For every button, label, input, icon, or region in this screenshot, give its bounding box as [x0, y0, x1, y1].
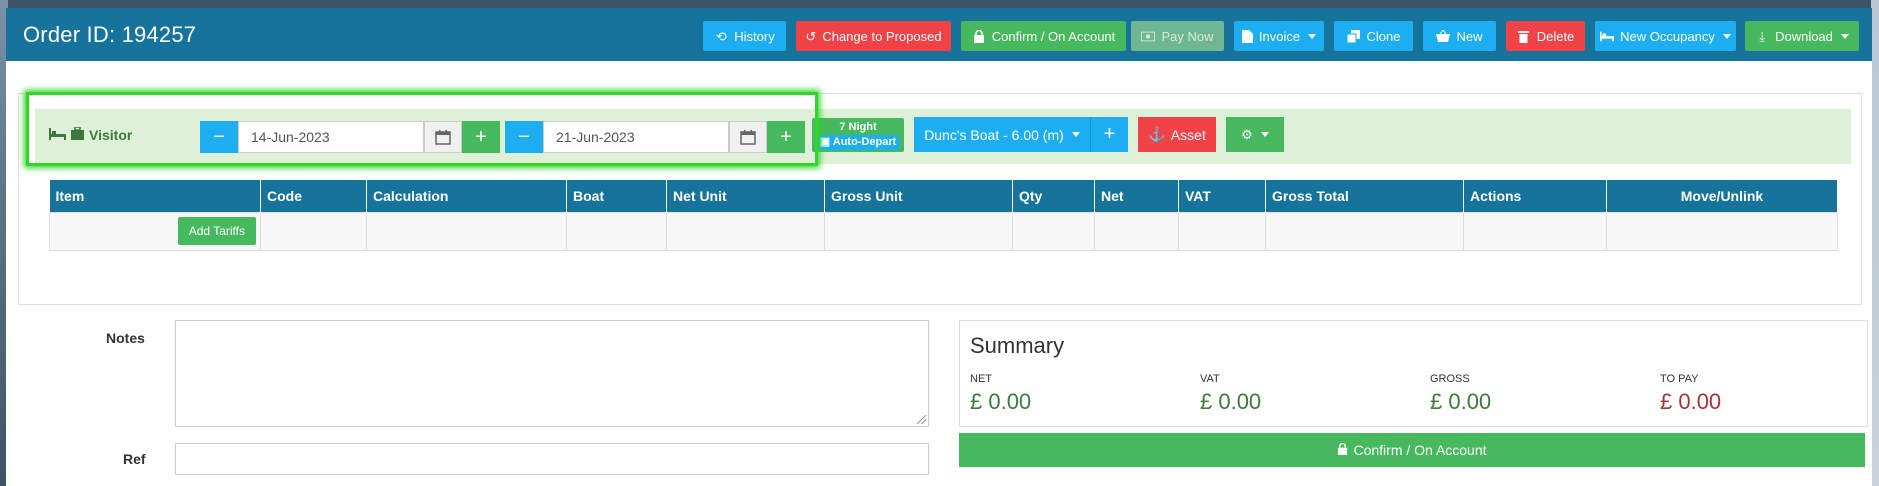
- history-label: History: [734, 28, 775, 44]
- summary-title: Summary: [970, 333, 1065, 358]
- col-actions: Actions: [1463, 180, 1607, 212]
- invoice-label: Invoice: [1258, 28, 1301, 44]
- ref-label: Ref: [123, 451, 146, 467]
- col-net: Net: [1094, 180, 1179, 212]
- trash-icon: [1517, 29, 1531, 43]
- add-tariffs-button[interactable]: Add Tariffs: [177, 217, 256, 245]
- confirm-on-account-label: Confirm / On Account: [991, 28, 1116, 44]
- col-gross-unit: Gross Unit: [824, 180, 1013, 212]
- pay-now-label: Pay Now: [1161, 28, 1214, 44]
- confirm-on-account-submit-button[interactable]: Confirm / On Account: [959, 433, 1865, 467]
- calendar-icon: ▣: [819, 136, 831, 148]
- vat-value: £ 0.00: [1200, 389, 1262, 414]
- col-vat: VAT: [1178, 180, 1266, 212]
- gross-label: GROSS: [1430, 373, 1470, 385]
- chevron-down-icon: [1308, 33, 1317, 39]
- col-move-unlink: Move/Unlink: [1606, 180, 1838, 212]
- vat-label: VAT: [1200, 373, 1220, 385]
- tariff-table: Item Code Calculation Boat Net Unit Gros…: [49, 180, 1838, 251]
- col-boat: Boat: [566, 180, 667, 212]
- to-pay-value: £ 0.00: [1660, 389, 1722, 414]
- money-icon: [1141, 29, 1156, 43]
- summary-gross: GROSS £ 0.00: [1430, 373, 1491, 415]
- change-to-proposed-button[interactable]: ↺ Change to Proposed: [796, 21, 951, 51]
- to-pay-label: TO PAY: [1660, 373, 1699, 385]
- table-row: Add Tariffs: [49, 211, 1838, 251]
- chevron-down-icon: [1722, 33, 1731, 39]
- notes-textarea[interactable]: [175, 320, 929, 427]
- date-range-highlight: [26, 92, 818, 166]
- new-occupancy-button[interactable]: New Occupancy: [1595, 21, 1736, 51]
- copy-icon: [1347, 29, 1361, 43]
- col-code: Code: [260, 180, 367, 212]
- cogs-icon: ⚙: [1241, 126, 1253, 142]
- clone-label: Clone: [1366, 28, 1401, 44]
- header-bar: Order ID: 194257 ⟲ History ↺ Change to P…: [6, 8, 1872, 61]
- auto-depart-badge: ▣ Auto-Depart: [816, 135, 900, 150]
- gross-value: £ 0.00: [1430, 389, 1492, 414]
- asset-label: Asset: [1170, 126, 1206, 143]
- history-button[interactable]: ⟲ History: [703, 21, 786, 51]
- summary-to-pay: TO PAY £ 0.00: [1660, 373, 1721, 415]
- table-header-row: Item Code Calculation Boat Net Unit Gros…: [49, 180, 1838, 212]
- pay-now-button[interactable]: Pay Now: [1131, 21, 1224, 51]
- summary-net: NET £ 0.00: [970, 373, 1031, 415]
- download-button[interactable]: ⤓ Download: [1745, 21, 1859, 51]
- net-label: NET: [970, 373, 992, 385]
- invoice-button[interactable]: Invoice: [1234, 21, 1324, 51]
- download-label: Download: [1775, 28, 1833, 44]
- asset-button[interactable]: ⚓ Asset: [1138, 117, 1216, 152]
- auto-depart-label: Auto-Depart: [832, 136, 897, 148]
- settings-dropdown-button[interactable]: ⚙: [1226, 117, 1284, 152]
- delete-label: Delete: [1536, 28, 1575, 44]
- lock-icon: [1337, 442, 1348, 458]
- clone-button[interactable]: Clone: [1334, 21, 1413, 51]
- boat-label: Dunc's Boat - 6.00 (m): [924, 126, 1064, 143]
- net-value: £ 0.00: [970, 389, 1032, 414]
- nights-badge: 7 Night ▣ Auto-Depart: [812, 118, 904, 152]
- lock-icon: [972, 29, 986, 43]
- history-icon: ⟲: [715, 28, 727, 44]
- new-button[interactable]: New: [1423, 21, 1496, 51]
- chevron-down-icon: [1260, 132, 1269, 137]
- confirm-on-account-button[interactable]: Confirm / On Account: [961, 21, 1126, 51]
- basket-icon: [1436, 29, 1451, 43]
- col-gross-total: Gross Total: [1265, 180, 1464, 212]
- notes-label: Notes: [106, 330, 145, 346]
- document-icon: [1241, 29, 1253, 43]
- resize-handle-icon[interactable]: [917, 415, 926, 424]
- add-boat-button[interactable]: +: [1090, 117, 1128, 152]
- col-net-unit: Net Unit: [666, 180, 825, 212]
- chevron-down-icon: [1071, 132, 1080, 137]
- col-calculation: Calculation: [366, 180, 567, 212]
- col-qty: Qty: [1012, 180, 1095, 212]
- new-occupancy-label: New Occupancy: [1620, 28, 1715, 44]
- delete-button[interactable]: Delete: [1506, 21, 1585, 51]
- nights-count: 7 Night: [839, 121, 877, 133]
- anchor-icon: ⚓: [1148, 126, 1166, 142]
- confirm-label: Confirm / On Account: [1353, 442, 1487, 458]
- bed-icon: [1600, 29, 1615, 43]
- change-to-proposed-label: Change to Proposed: [822, 28, 942, 44]
- boat-select[interactable]: Dunc's Boat - 6.00 (m): [914, 117, 1090, 152]
- order-id-title: Order ID: 194257: [23, 21, 197, 47]
- new-label: New: [1456, 28, 1483, 44]
- summary-vat: VAT £ 0.00: [1200, 373, 1261, 415]
- ref-input[interactable]: [175, 443, 929, 475]
- chevron-down-icon: [1840, 33, 1849, 39]
- undo-icon: ↺: [805, 28, 817, 44]
- download-icon: ⤓: [1759, 28, 1765, 44]
- summary-panel: Summary NET £ 0.00 VAT £ 0.00 GROSS £ 0.…: [959, 320, 1868, 427]
- col-item: Item: [49, 180, 261, 212]
